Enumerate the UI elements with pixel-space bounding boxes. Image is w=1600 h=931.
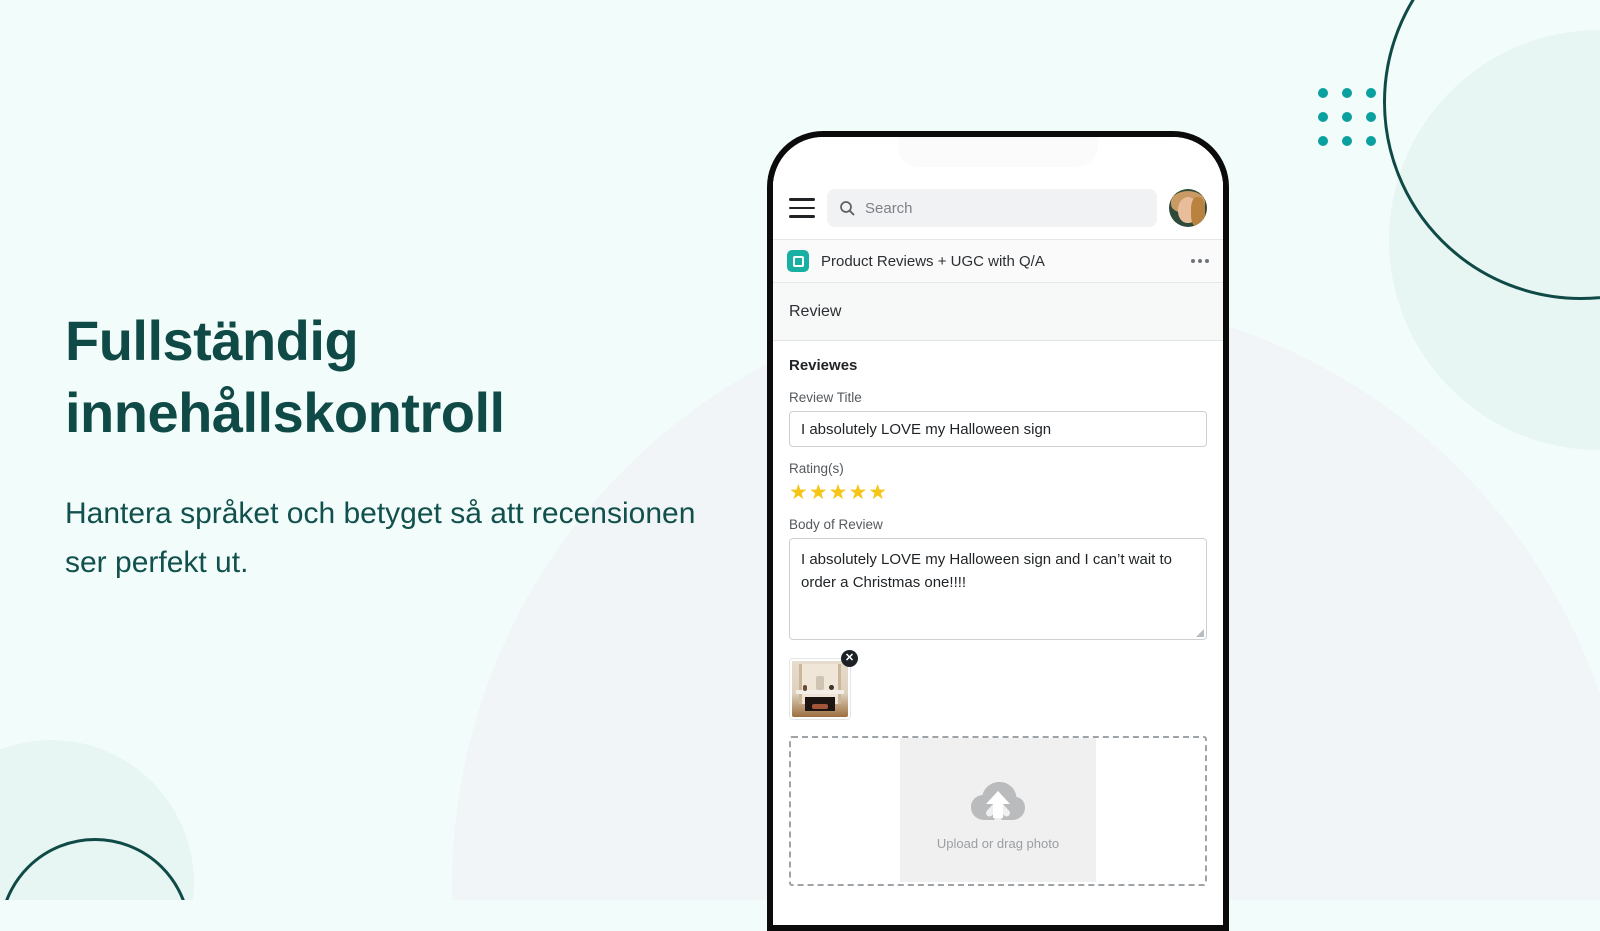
hamburger-bar <box>789 215 815 218</box>
dot <box>1366 112 1376 122</box>
decor-dot-grid <box>1318 88 1376 146</box>
avatar[interactable] <box>1169 189 1207 227</box>
phone-notch <box>898 137 1098 167</box>
thumb-object <box>803 684 808 691</box>
hamburger-bar <box>789 206 815 210</box>
attachment-list: ✕ <box>789 650 1207 720</box>
app-topbar: Search <box>773 177 1223 239</box>
app-title: Product Reviews + UGC with Q/A <box>821 252 1045 270</box>
section-title-reviewes: Reviewes <box>789 357 858 374</box>
rating-stars[interactable]: ★★★★★ <box>789 482 1207 503</box>
thumb-object <box>815 675 825 691</box>
page-title: Fullständig innehållskontroll <box>65 309 505 444</box>
search-input[interactable]: Search <box>827 189 1157 227</box>
review-title-input[interactable]: I absolutely LOVE my Halloween sign <box>789 411 1207 447</box>
kebab-dot <box>1191 259 1195 263</box>
phone-screen: Search Product Reviews + UGC with Q/A Re… <box>773 137 1223 925</box>
hamburger-bar <box>789 198 815 201</box>
decor-circle-outline-bottom-left <box>0 838 191 900</box>
body-of-review-textarea[interactable]: I absolutely LOVE my Halloween sign and … <box>789 538 1207 640</box>
decor-circle-mint-top-right <box>1389 30 1600 450</box>
thumb-object <box>828 684 834 691</box>
kebab-dot <box>1198 259 1202 263</box>
cloud-upload-icon <box>971 782 1025 824</box>
review-form: Reviewes Review Title I absolutely LOVE … <box>773 341 1223 925</box>
tab-review[interactable]: Review <box>789 303 841 321</box>
dot <box>1366 88 1376 98</box>
phone-mockup: Search Product Reviews + UGC with Q/A Re… <box>767 131 1229 931</box>
review-title-label: Review Title <box>789 390 862 405</box>
dot <box>1318 136 1328 146</box>
dot <box>1342 88 1352 98</box>
app-icon-glyph <box>792 255 804 267</box>
hamburger-icon[interactable] <box>789 198 815 218</box>
dropzone-panel: Upload or drag photo <box>900 738 1096 882</box>
dot <box>1342 112 1352 122</box>
dot <box>1342 136 1352 146</box>
rating-label: Rating(s) <box>789 461 844 476</box>
marketing-copy: Fullständig innehållskontroll Hantera sp… <box>65 305 705 588</box>
body-of-review-label: Body of Review <box>789 517 883 532</box>
app-header: Product Reviews + UGC with Q/A <box>773 239 1223 283</box>
avatar-hair-side <box>1191 197 1205 227</box>
search-icon <box>840 201 855 216</box>
kebab-dot <box>1205 259 1209 263</box>
dot <box>1318 112 1328 122</box>
thumb-fire <box>812 703 828 710</box>
thumb-mantel <box>796 690 844 695</box>
kebab-menu-icon[interactable] <box>1191 259 1209 263</box>
remove-attachment-icon[interactable]: ✕ <box>841 650 858 667</box>
page-subtitle: Hantera språket och betyget så att recen… <box>65 497 696 579</box>
upload-dropzone[interactable]: Upload or drag photo <box>789 736 1207 886</box>
tabstrip: Review <box>773 283 1223 341</box>
search-placeholder: Search <box>865 199 913 217</box>
dot <box>1366 136 1376 146</box>
attachment-thumbnail[interactable]: ✕ <box>789 650 858 720</box>
dot <box>1318 88 1328 98</box>
attachment-image <box>792 661 848 717</box>
decor-circle-mint-bottom-left <box>0 740 194 900</box>
app-icon <box>787 250 809 272</box>
decor-circle-outline-top-right <box>1383 0 1600 300</box>
dropzone-text: Upload or drag photo <box>936 836 1060 851</box>
